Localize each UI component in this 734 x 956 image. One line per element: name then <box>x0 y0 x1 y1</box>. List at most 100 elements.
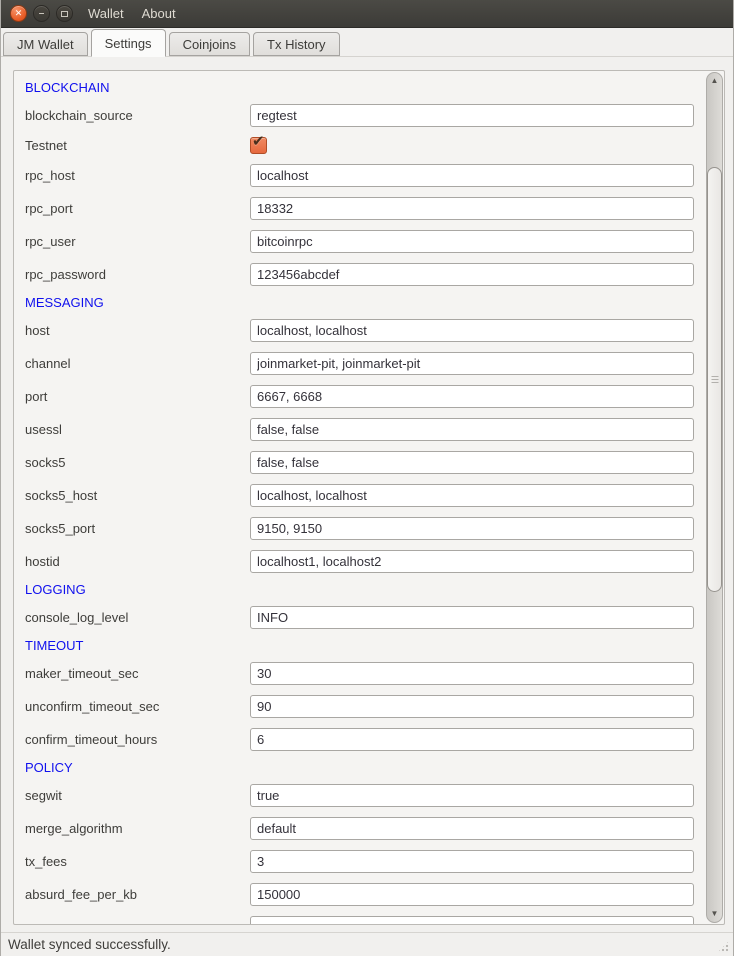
settings-row: maker_timeout_sec <box>25 662 704 685</box>
merge_algorithm-input[interactable] <box>250 817 694 840</box>
maximize-icon <box>61 11 68 17</box>
tab-coinjoins[interactable]: Coinjoins <box>169 32 250 56</box>
segwit-input[interactable] <box>250 784 694 807</box>
settings-row: socks5 <box>25 451 704 474</box>
field-label: Testnet <box>25 138 250 153</box>
settings-row: usessl <box>25 418 704 441</box>
field-label: rpc_host <box>25 168 250 183</box>
wallet-window: ✕ – Wallet About JM WalletSettingsCoinjo… <box>0 0 734 956</box>
rpc_password-input[interactable] <box>250 263 694 286</box>
rpc_user-input[interactable] <box>250 230 694 253</box>
field-label: segwit <box>25 788 250 803</box>
menubar: Wallet About <box>86 4 178 23</box>
settings-row: host <box>25 319 704 342</box>
scroll-up-icon[interactable]: ▲ <box>707 77 722 85</box>
tabbar: JM WalletSettingsCoinjoinsTx History <box>1 28 733 57</box>
settings-row: absurd_fee_per_kb <box>25 883 704 906</box>
field-label: channel <box>25 356 250 371</box>
status-text: Wallet synced successfully. <box>8 937 171 952</box>
resize-grip-icon[interactable] <box>717 940 730 953</box>
window-controls: ✕ – <box>10 5 73 22</box>
port-input[interactable] <box>250 385 694 408</box>
section-header-messaging: MESSAGING <box>25 296 704 309</box>
tab-settings[interactable]: Settings <box>91 29 166 57</box>
field-label: tx_fees <box>25 854 250 869</box>
settings-row: Testnet✔ <box>25 137 704 154</box>
menu-wallet[interactable]: Wallet <box>86 4 126 23</box>
tab-tx-history[interactable]: Tx History <box>253 32 340 56</box>
settings-row: unconfirm_timeout_sec <box>25 695 704 718</box>
settings-row: rpc_host <box>25 164 704 187</box>
rpc_port-input[interactable] <box>250 197 694 220</box>
console_log_level-input[interactable] <box>250 606 694 629</box>
field-label: absurd_fee_per_kb <box>25 887 250 902</box>
field-label: host <box>25 323 250 338</box>
channel-input[interactable] <box>250 352 694 375</box>
hostid-input[interactable] <box>250 550 694 573</box>
tx_fees-input[interactable] <box>250 850 694 873</box>
titlebar[interactable]: ✕ – Wallet About <box>1 0 733 28</box>
confirm_timeout_hours-input[interactable] <box>250 728 694 751</box>
settings-row: confirm_timeout_hours <box>25 728 704 751</box>
field-label: socks5_port <box>25 521 250 536</box>
field-label: maker_timeout_sec <box>25 666 250 681</box>
testnet-checkbox[interactable]: ✔ <box>250 137 267 154</box>
menu-about[interactable]: About <box>140 4 178 23</box>
socks5_port-input[interactable] <box>250 517 694 540</box>
scroll-down-icon[interactable]: ▼ <box>707 910 722 918</box>
close-button[interactable]: ✕ <box>10 5 27 22</box>
blockchain_source-input[interactable] <box>250 104 694 127</box>
vertical-scrollbar[interactable]: ▲ ▼ <box>706 72 723 923</box>
settings-row: rpc_port <box>25 197 704 220</box>
checkmark-icon: ✔ <box>252 134 265 151</box>
rpc_host-input[interactable] <box>250 164 694 187</box>
field-label: rpc_user <box>25 234 250 249</box>
host-input[interactable] <box>250 319 694 342</box>
socks5_host-input[interactable] <box>250 484 694 507</box>
field-label: hostid <box>25 554 250 569</box>
field-label: usessl <box>25 422 250 437</box>
setting-input[interactable] <box>250 916 694 925</box>
settings-row: rpc_user <box>25 230 704 253</box>
field-label: socks5_host <box>25 488 250 503</box>
field-label: merge_algorithm <box>25 821 250 836</box>
unconfirm_timeout_sec-input[interactable] <box>250 695 694 718</box>
field-label: blockchain_source <box>25 108 250 123</box>
field-label: port <box>25 389 250 404</box>
maximize-button[interactable] <box>56 5 73 22</box>
close-icon: ✕ <box>15 9 23 18</box>
section-header-timeout: TIMEOUT <box>25 639 704 652</box>
settings-row: hostid <box>25 550 704 573</box>
section-header-policy: POLICY <box>25 761 704 774</box>
usessl-input[interactable] <box>250 418 694 441</box>
section-header-logging: LOGGING <box>25 583 704 596</box>
field-label: rpc_password <box>25 267 250 282</box>
minimize-icon: – <box>39 9 45 19</box>
field-label: console_log_level <box>25 610 250 625</box>
scrollbar-thumb[interactable] <box>707 167 722 592</box>
tab-jm-wallet[interactable]: JM Wallet <box>3 32 88 56</box>
socks5-input[interactable] <box>250 451 694 474</box>
settings-row: channel <box>25 352 704 375</box>
settings-row: segwit <box>25 784 704 807</box>
settings-pane: BLOCKCHAIN blockchain_source Testnet✔ rpc_h… <box>1 57 733 932</box>
settings-row: socks5_port <box>25 517 704 540</box>
field-label: confirm_timeout_hours <box>25 732 250 747</box>
settings-row: merge_algorithm <box>25 817 704 840</box>
settings-row: blockchain_source <box>25 104 704 127</box>
section-header-blockchain: BLOCKCHAIN <box>25 81 704 94</box>
settings-row: rpc_password <box>25 263 704 286</box>
absurd_fee_per_kb-input[interactable] <box>250 883 694 906</box>
maker_timeout_sec-input[interactable] <box>250 662 694 685</box>
settings-row: tx_fees <box>25 850 704 873</box>
scrollbar-grip-icon <box>711 376 718 384</box>
field-label: unconfirm_timeout_sec <box>25 699 250 714</box>
statusbar: Wallet synced successfully. <box>1 932 733 956</box>
settings-fields: BLOCKCHAIN blockchain_source Testnet✔ rpc_h… <box>14 71 704 925</box>
settings-row <box>25 916 704 925</box>
field-label: rpc_port <box>25 201 250 216</box>
settings-row: socks5_host <box>25 484 704 507</box>
settings-row: console_log_level <box>25 606 704 629</box>
settings-row: port <box>25 385 704 408</box>
minimize-button[interactable]: – <box>33 5 50 22</box>
